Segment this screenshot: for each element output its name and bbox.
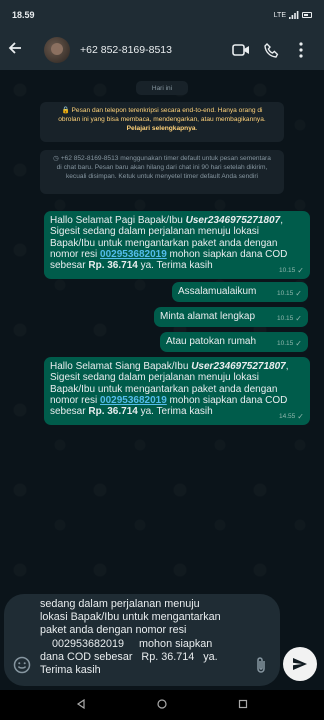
delivered-check-icon: ✓ xyxy=(295,313,302,323)
status-time: 18.59 xyxy=(12,10,35,20)
status-bar: 18.59 LTE xyxy=(0,0,324,30)
message-meta: 10.15 ✓ xyxy=(277,288,302,299)
nav-back-icon[interactable] xyxy=(76,696,86,714)
message-text: ya. Terima kasih xyxy=(137,260,213,272)
message-text: Assalamualaikum xyxy=(178,286,257,297)
more-options-icon[interactable] xyxy=(286,42,316,58)
message-meta: 10.15 ✓ xyxy=(277,313,302,324)
message-meta: 10.15 ✓ xyxy=(277,338,302,349)
encryption-text: Pesan dan telepon terenkripsi secara end… xyxy=(58,107,266,124)
contact-title[interactable]: +62 852-8169-8513 xyxy=(80,44,226,56)
cod-amount: Rp. 36.714 xyxy=(88,260,138,272)
message-text: ya. Terima kasih xyxy=(137,406,213,418)
nav-recents-icon[interactable] xyxy=(238,696,248,714)
message-bubble[interactable]: Hallo Selamat Pagi Bapak/Ibu User2346975… xyxy=(44,211,310,279)
signal-icon xyxy=(289,11,299,19)
message-composer[interactable]: sedang dalam perjalanan menuju lokasi Ba… xyxy=(4,594,280,686)
message-time: 14.55 xyxy=(279,412,296,420)
message-bubble[interactable]: Atau patokan rumah 10.15 ✓ xyxy=(160,332,308,352)
message-text: Atau patokan rumah xyxy=(166,336,257,347)
send-icon xyxy=(293,658,307,670)
message-bubble[interactable]: Assalamualaikum 10.15 ✓ xyxy=(172,282,308,302)
tracking-number-link[interactable]: 002953682019 xyxy=(100,249,167,260)
timer-notice[interactable]: ◷ +62 852-8169-8513 menggunakan timer de… xyxy=(40,150,284,194)
delivered-check-icon: ✓ xyxy=(295,338,302,348)
delivered-check-icon: ✓ xyxy=(297,265,304,275)
date-chip: Hari ini xyxy=(136,81,188,95)
message-input[interactable]: sedang dalam perjalanan menuju lokasi Ba… xyxy=(40,598,248,682)
timer-text: +62 852-8169-8513 menggunakan timer defa… xyxy=(56,155,271,181)
message-text: Minta alamat lengkap xyxy=(160,311,256,322)
message-time: 10.15 xyxy=(279,266,296,274)
encryption-notice[interactable]: 🔒 Pesan dan telepon terenkripsi secara e… xyxy=(40,102,284,142)
message-text: Hallo Selamat Pagi Bapak/Ibu xyxy=(50,215,186,226)
learn-more-link[interactable]: Pelajari selengkapnya xyxy=(127,125,196,132)
message-text: Hallo Selamat Siang Bapak/Ibu xyxy=(50,361,192,372)
message-time: 10.15 xyxy=(277,289,294,297)
network-label: LTE xyxy=(273,11,286,19)
send-button[interactable] xyxy=(283,647,317,681)
emoji-icon[interactable] xyxy=(13,656,31,679)
system-nav-bar xyxy=(0,690,324,720)
back-arrow-icon[interactable] xyxy=(8,41,28,60)
message-meta: 14.55 ✓ xyxy=(279,411,304,422)
status-icons: LTE xyxy=(274,11,312,19)
user-id: User2346975271807 xyxy=(191,361,286,372)
video-call-icon[interactable] xyxy=(226,43,256,57)
tracking-number-link[interactable]: 002953682019 xyxy=(100,395,167,406)
attach-icon[interactable] xyxy=(254,656,268,679)
message-bubble[interactable]: Hallo Selamat Siang Bapak/Ibu User234697… xyxy=(44,357,310,425)
message-time: 10.15 xyxy=(277,339,294,347)
nav-home-icon[interactable] xyxy=(157,696,167,714)
avatar[interactable] xyxy=(44,37,70,63)
chat-area[interactable]: Hari ini 🔒 Pesan dan telepon terenkripsi… xyxy=(0,70,324,590)
cod-amount: Rp. 36.714 xyxy=(88,406,138,418)
message-bubble[interactable]: Minta alamat lengkap 10.15 ✓ xyxy=(154,307,308,327)
delivered-check-icon: ✓ xyxy=(297,411,304,421)
voice-call-icon[interactable] xyxy=(256,42,286,58)
timer-icon: ◷ xyxy=(53,155,59,162)
lock-icon: 🔒 xyxy=(61,107,70,114)
delivered-check-icon: ✓ xyxy=(295,288,302,298)
message-time: 10.15 xyxy=(277,314,294,322)
battery-icon xyxy=(302,12,312,18)
user-id: User2346975271807 xyxy=(185,215,281,226)
message-meta: 10.15 ✓ xyxy=(279,265,304,276)
chat-header: +62 852-8169-8513 xyxy=(0,30,324,70)
